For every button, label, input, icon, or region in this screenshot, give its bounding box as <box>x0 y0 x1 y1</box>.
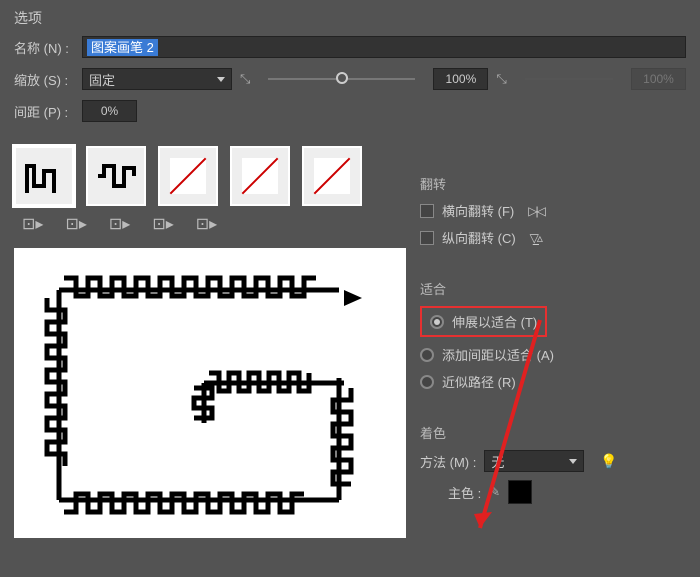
scale-percent-disabled: 100% <box>631 68 686 90</box>
slider-min-icon: ⤡ <box>240 71 250 87</box>
scale-slider[interactable] <box>268 78 415 80</box>
key-color-label: 主色 : <box>448 483 481 502</box>
scale-label: 缩放 (S) : <box>14 70 74 89</box>
fit-heading: 适合 <box>420 279 680 298</box>
brush-preview <box>14 248 406 538</box>
slider-thumb[interactable] <box>336 72 348 84</box>
flip-vertical-icon: ▽̲▵ <box>530 231 541 245</box>
options-heading: 选项 <box>14 8 686 28</box>
name-value: 图案画笔 2 <box>87 39 158 56</box>
tile-tool-5[interactable]: ⊡▸ <box>196 214 217 234</box>
flip-horizontal-checkbox[interactable] <box>420 204 434 218</box>
tile-tool-2[interactable]: ⊡▸ <box>65 214 86 234</box>
method-value: 无 <box>491 452 504 471</box>
fit-add-space-radio[interactable] <box>420 348 434 362</box>
tile-tool-4[interactable]: ⊡▸ <box>152 214 173 234</box>
flip-vertical-label: 纵向翻转 (C) <box>442 228 516 247</box>
colorize-heading: 着色 <box>420 423 680 442</box>
chevron-down-icon <box>569 459 577 464</box>
tile-outer-corner[interactable] <box>14 146 74 206</box>
fit-stretch-label: 伸展以适合 (T) <box>452 312 537 331</box>
fit-approx-radio[interactable] <box>420 375 434 389</box>
eyedropper-icon[interactable]: ✎ <box>489 484 500 500</box>
scale-percent-field[interactable]: 100% <box>433 68 488 90</box>
scale-slider-2 <box>525 78 613 80</box>
method-label: 方法 (M) : <box>420 452 476 471</box>
spacing-label: 间距 (P) : <box>14 102 74 121</box>
tile-side[interactable] <box>86 146 146 206</box>
tile-tool-1[interactable]: ⊡▸ <box>22 214 43 234</box>
name-input[interactable]: 图案画笔 2 <box>82 36 686 58</box>
fit-stretch-radio[interactable] <box>430 315 444 329</box>
flip-vertical-checkbox[interactable] <box>420 231 434 245</box>
chevron-down-icon <box>217 77 225 82</box>
method-select[interactable]: 无 <box>484 450 584 472</box>
fit-approx-label: 近似路径 (R) <box>442 372 516 391</box>
flip-horizontal-label: 横向翻转 (F) <box>442 201 514 220</box>
name-label: 名称 (N) : <box>14 38 74 57</box>
fit-stretch-highlight: 伸展以适合 (T) <box>420 306 547 337</box>
tips-icon[interactable]: 💡 <box>600 453 617 470</box>
key-color-swatch[interactable] <box>508 480 532 504</box>
tile-tool-3[interactable]: ⊡▸ <box>109 214 130 234</box>
scale-mode-select[interactable]: 固定 <box>82 68 232 90</box>
flip-horizontal-icon: ▷|◁ <box>528 204 544 218</box>
flip-heading: 翻转 <box>420 174 680 193</box>
fit-add-space-label: 添加间距以适合 (A) <box>442 345 554 364</box>
tile-inner-corner[interactable] <box>158 146 218 206</box>
scale-mode-value: 固定 <box>89 70 115 89</box>
tile-start[interactable] <box>230 146 290 206</box>
spacing-field[interactable]: 0% <box>82 100 137 122</box>
tile-end[interactable] <box>302 146 362 206</box>
slider-max-icon: ⤡ <box>496 71 506 87</box>
